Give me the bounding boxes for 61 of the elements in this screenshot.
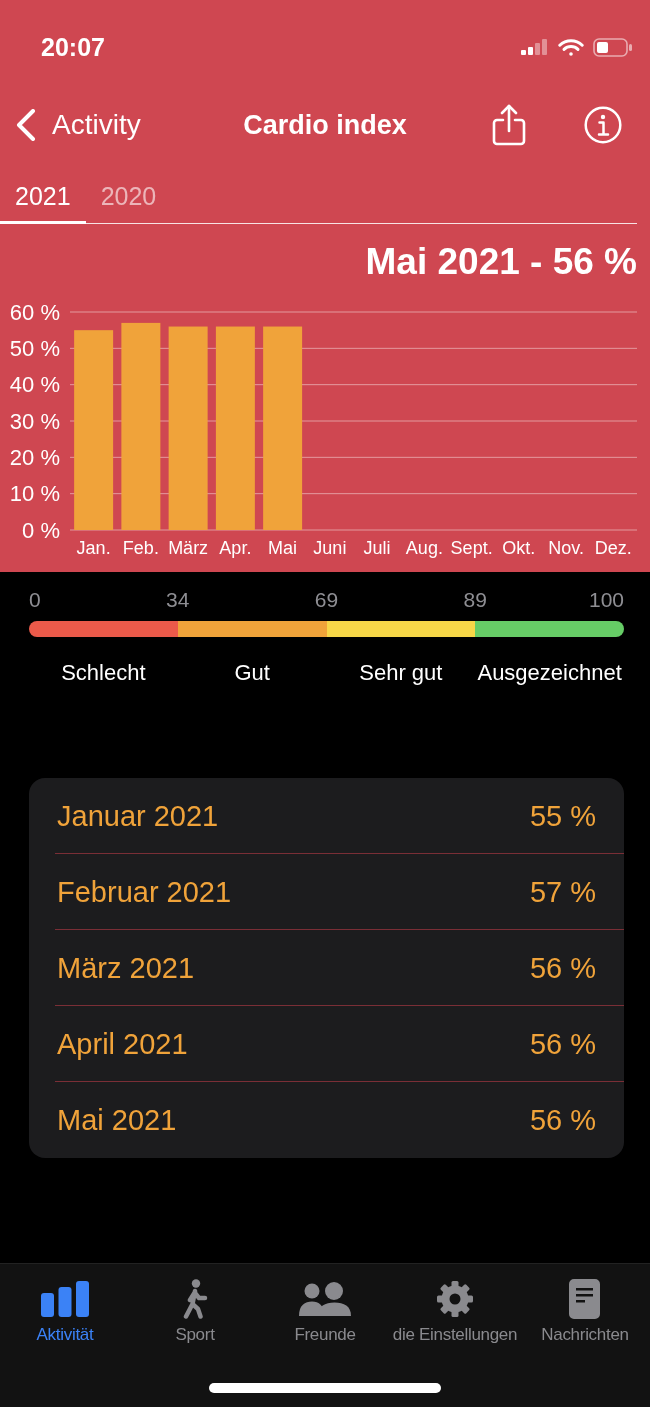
chevron-left-icon	[16, 109, 36, 141]
bar-chart-icon	[41, 1281, 89, 1317]
info-button[interactable]	[584, 106, 622, 144]
scale-tick-label: 89	[463, 588, 487, 612]
month-label: Februar 2021	[57, 874, 232, 909]
x-axis-label: Dez.	[594, 538, 632, 558]
percent-value: 56 %	[529, 1103, 596, 1137]
tab-bar-item[interactable]: Nachrichten	[541, 1280, 629, 1346]
x-axis-label: Sept.	[450, 538, 493, 558]
month-label: Mai 2021	[57, 1103, 177, 1137]
x-axis-label: Juli	[363, 538, 391, 558]
y-axis-label: 40 %	[9, 372, 60, 398]
percent-value: 56 %	[529, 1026, 596, 1061]
x-axis-label: Aug.	[405, 538, 443, 558]
y-axis-label: 0 %	[22, 517, 60, 543]
screen-title: Cardio index	[243, 109, 407, 141]
settings-icon	[436, 1280, 474, 1318]
scale-band-label: Sehr gut	[359, 660, 443, 686]
two-people-icon	[299, 1282, 351, 1316]
chart-title: Mai 2021 - 56 %	[365, 241, 637, 283]
y-axis-label: 20 %	[9, 444, 60, 470]
info-icon	[584, 106, 622, 144]
scale-tick-label: 0	[29, 588, 41, 612]
percent-value: 55 %	[529, 798, 596, 833]
scale-band-label: Gut	[234, 660, 270, 686]
y-axis-label: 60 %	[9, 299, 60, 325]
battery-icon	[593, 37, 633, 57]
scale-tick-label: 69	[314, 588, 339, 612]
tab-bar-item[interactable]: Aktivität	[36, 1280, 94, 1346]
x-axis-label: Nov.	[548, 538, 584, 558]
walking-person-icon	[181, 1279, 209, 1319]
x-axis-label: Feb.	[122, 538, 159, 558]
tab-bar-item[interactable]: die Einstellungen	[392, 1280, 518, 1346]
x-axis-label: Juni	[313, 538, 347, 558]
document-icon	[569, 1279, 601, 1319]
wifi-icon	[558, 37, 584, 57]
percent-value: 57 %	[529, 874, 596, 909]
status-time: 20:07	[41, 32, 105, 62]
share-icon	[492, 104, 526, 146]
percent-value: 56 %	[529, 950, 596, 985]
scale-tick-label: 100	[588, 588, 624, 612]
x-axis-label: Apr.	[219, 538, 252, 558]
month-label: Januar 2021	[57, 798, 219, 833]
y-axis-label: 50 %	[9, 335, 60, 361]
tab-bar-item[interactable]: Freunde	[294, 1280, 356, 1346]
scale-band-label: Schlecht	[61, 660, 146, 686]
tab-bar-item[interactable]: Sport	[175, 1280, 215, 1346]
x-axis-label: März	[168, 538, 209, 558]
x-axis-label: Jan.	[76, 538, 111, 558]
month-label: April 2021	[57, 1026, 188, 1061]
scale-band-label: Ausgezeichnet	[477, 660, 622, 686]
y-axis-label: 30 %	[9, 408, 60, 434]
month-label: März 2021	[57, 950, 194, 985]
x-axis-label: Mai	[268, 538, 298, 558]
x-axis-label: Okt.	[502, 538, 536, 558]
share-button[interactable]	[492, 104, 526, 146]
year-tab[interactable]: 2021	[0, 181, 86, 224]
back-button[interactable]: Activity	[16, 109, 141, 141]
y-axis-label: 10 %	[9, 481, 60, 507]
scale-tick-label: 34	[166, 588, 190, 612]
signal-icon	[521, 39, 549, 55]
